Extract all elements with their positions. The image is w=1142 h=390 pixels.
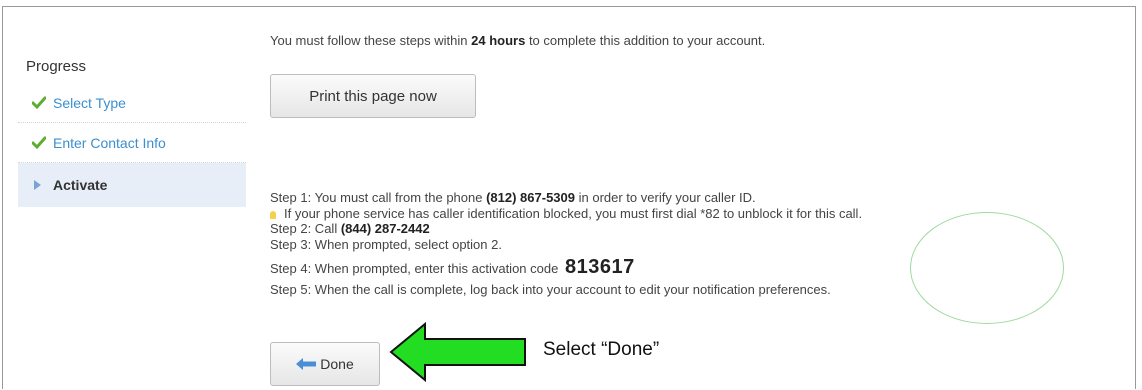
green-arrow-annotation: [389, 322, 526, 382]
tip-row: If your phone service has caller identif…: [270, 206, 862, 222]
print-page-button[interactable]: Print this page now: [270, 74, 476, 118]
done-button-label: Done: [320, 356, 354, 372]
step-1: Step 1: You must call from the phone (81…: [270, 190, 862, 206]
done-button[interactable]: Done: [270, 342, 380, 386]
step-4-prefix: Step 4: When prompted, enter this activa…: [270, 261, 559, 276]
intro-text: You must follow these steps within 24 ho…: [270, 33, 765, 48]
sidebar-item-label: Activate: [53, 177, 108, 193]
step-2: Step 2: Call (844) 287-2442: [270, 221, 862, 237]
step-3: Step 3: When prompted, select option 2.: [270, 236, 502, 252]
check-icon: [32, 136, 46, 149]
intro-prefix: You must follow these steps within: [270, 33, 472, 48]
check-icon: [32, 96, 46, 109]
sidebar-item-enter-contact-info[interactable]: Enter Contact Info: [18, 123, 246, 163]
progress-sidebar: Progress Select Type Enter Contact Info …: [18, 58, 246, 207]
step-1-suffix: in order to verify your caller ID.: [575, 190, 756, 205]
sidebar-item-label: Enter Contact Info: [53, 134, 166, 151]
sidebar-item-label: Select Type: [53, 94, 126, 111]
triangle-right-icon: [34, 180, 41, 190]
arrow-left-icon: [296, 358, 317, 370]
step-4: Step 4: When prompted, enter this activa…: [270, 256, 862, 280]
sidebar-item-activate[interactable]: Activate: [18, 163, 246, 207]
intro-deadline: 24 hours: [471, 33, 526, 48]
lightbulb-icon: [270, 210, 276, 219]
step-1-phone: (812) 867-5309: [486, 190, 575, 205]
activation-code: 813617: [564, 256, 635, 278]
step-2-prefix: Step 2: Call: [270, 221, 341, 236]
highlight-circle: [910, 212, 1064, 324]
step-5: Step 5: When the call is complete, log b…: [270, 282, 831, 297]
intro-suffix: to complete this addition to your accoun…: [525, 33, 766, 48]
steps-list: Step 1: You must call from the phone (81…: [270, 190, 862, 298]
progress-title: Progress: [26, 58, 87, 75]
tip-text: If your phone service has caller identif…: [284, 205, 863, 221]
step-2-phone: (844) 287-2442: [340, 221, 430, 236]
step-1-prefix: Step 1: You must call from the phone: [270, 190, 487, 205]
sidebar-item-select-type[interactable]: Select Type: [18, 83, 246, 123]
annotation-label: Select “Done”: [543, 339, 660, 360]
